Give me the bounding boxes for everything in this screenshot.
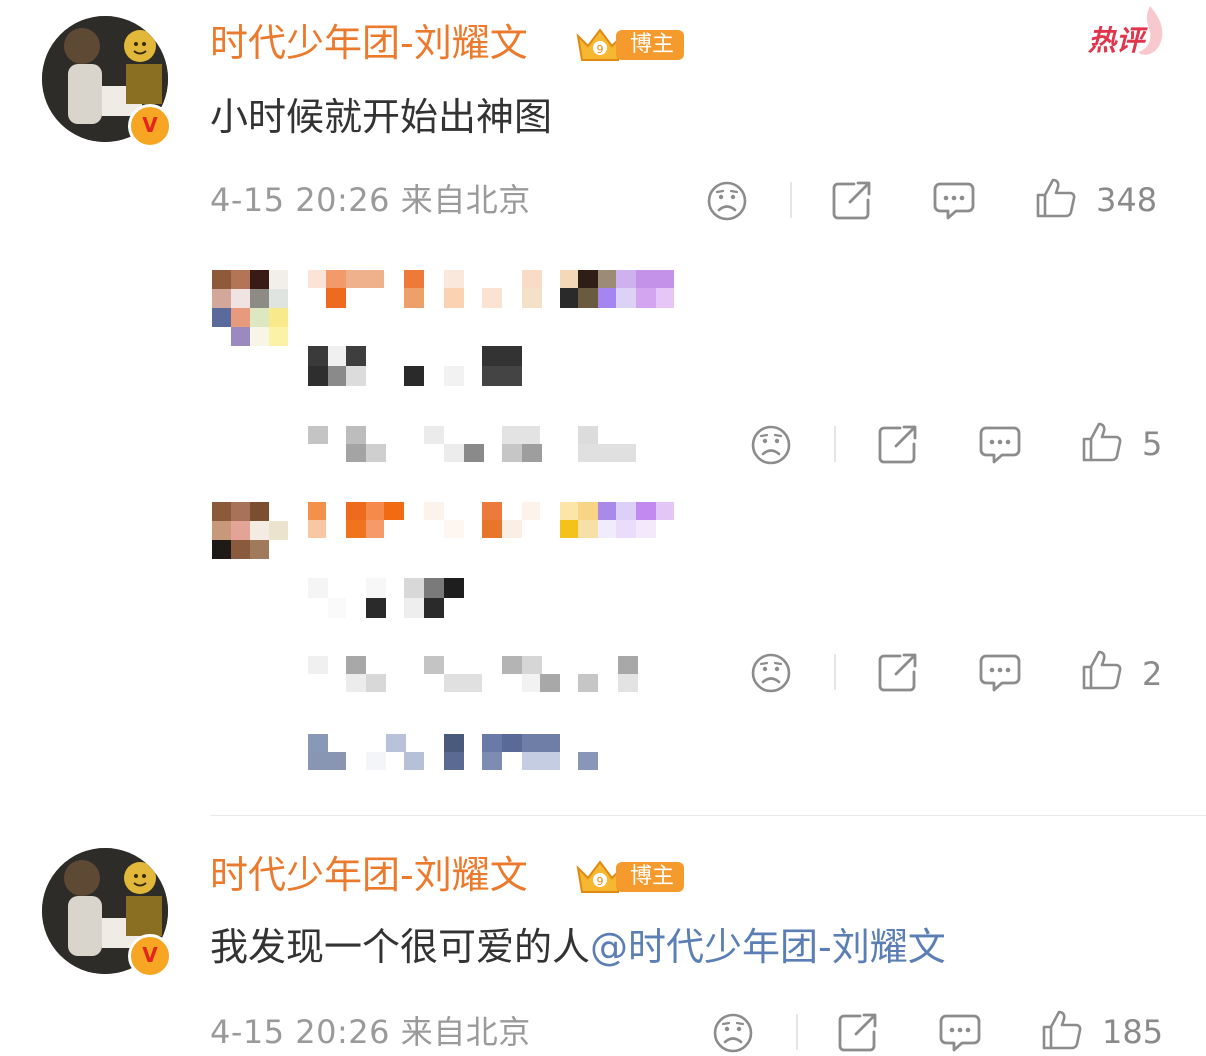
thumbs-up-icon[interactable] (1034, 176, 1078, 220)
comment-meta: 4-15 20:26 来自北京 (210, 181, 531, 219)
comment-divider (210, 815, 1206, 816)
sad-face-icon[interactable] (750, 424, 792, 466)
reply-author-pixelated[interactable] (308, 502, 678, 540)
action-separator (796, 1014, 798, 1050)
svg-text:9: 9 (597, 43, 604, 56)
comment-icon[interactable] (938, 1012, 982, 1054)
sad-face-icon[interactable] (750, 652, 792, 694)
verified-v-icon: V (142, 113, 158, 137)
verified-badge: V (128, 934, 172, 978)
blogger-badge-label: 博主 (616, 862, 685, 892)
share-icon[interactable] (830, 178, 874, 222)
action-separator (834, 426, 836, 462)
reply-meta-pixelated (308, 656, 638, 692)
sad-face-icon[interactable] (712, 1012, 754, 1054)
like-count: 185 (1102, 1013, 1164, 1051)
like-count: 2 (1142, 655, 1163, 693)
comment-author-name[interactable]: 时代少年团-刘耀文 (210, 852, 528, 898)
action-separator (790, 182, 792, 218)
reply-text-pixelated (308, 578, 464, 618)
action-separator (834, 654, 836, 690)
reply-meta-pixelated (308, 426, 636, 462)
thumbs-up-icon[interactable] (1040, 1008, 1084, 1052)
share-icon[interactable] (836, 1010, 880, 1054)
comment-text-body: 我发现一个很可爱的人 (210, 925, 591, 969)
comment-text: 我发现一个很可爱的人@时代少年团-刘耀文 (210, 924, 946, 970)
comment-author-name[interactable]: 时代少年团-刘耀文 (210, 20, 528, 66)
thumbs-up-icon[interactable] (1080, 648, 1124, 692)
mention-link[interactable]: @时代少年团-刘耀文 (590, 925, 946, 969)
share-icon[interactable] (876, 650, 920, 694)
reply-author-pixelated[interactable] (308, 270, 678, 310)
share-icon[interactable] (876, 422, 920, 466)
like-count: 5 (1142, 425, 1163, 463)
blogger-badge-label: 博主 (616, 30, 685, 60)
comment-icon[interactable] (978, 424, 1022, 466)
reply-avatar-pixelated[interactable] (212, 270, 290, 348)
comment-meta: 4-15 20:26 来自北京 (210, 1013, 531, 1051)
hot-comment-tag: 热评 (1088, 24, 1145, 57)
thumbs-up-icon[interactable] (1080, 420, 1124, 464)
verified-badge: V (128, 104, 172, 148)
svg-text:9: 9 (597, 875, 604, 888)
sad-face-icon[interactable] (706, 180, 748, 222)
verified-v-icon: V (142, 943, 158, 967)
comment-icon[interactable] (978, 652, 1022, 694)
like-count: 348 (1096, 181, 1158, 219)
reply-avatar-pixelated[interactable] (212, 502, 290, 560)
reply-text-pixelated (308, 346, 522, 386)
comment-text: 小时候就开始出神图 (210, 95, 553, 139)
comment-icon[interactable] (932, 180, 976, 222)
view-more-replies-pixelated[interactable] (308, 734, 600, 772)
